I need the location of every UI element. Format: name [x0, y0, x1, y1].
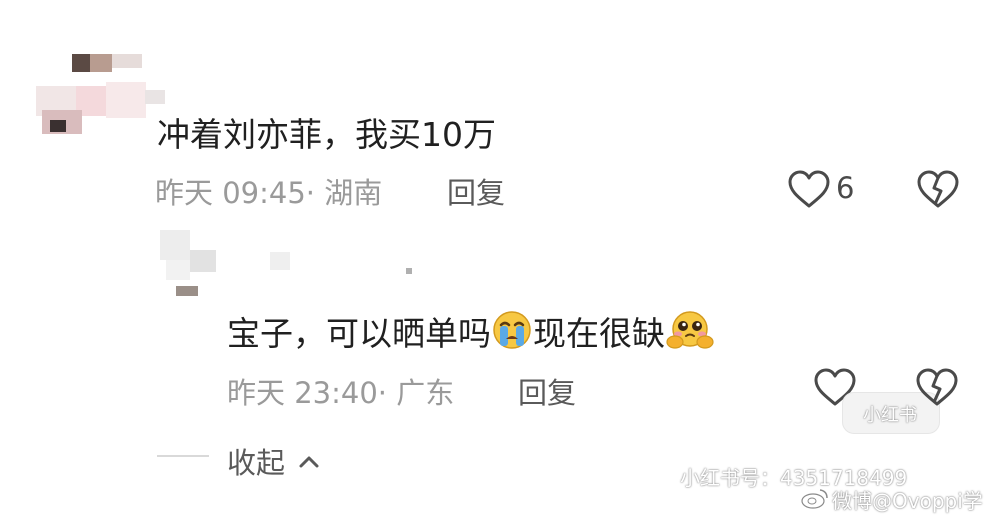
pleading-face-hug-icon — [665, 309, 715, 359]
chevron-up-icon — [298, 442, 320, 476]
like-icon[interactable] — [787, 169, 831, 209]
collapse-button[interactable]: 收起 — [227, 440, 320, 482]
comment-meta: 昨天 09:45· 湖南 — [155, 170, 382, 212]
username-blur — [406, 268, 412, 274]
comment-text: 冲着刘亦菲，我买10万 — [157, 115, 496, 154]
dislike-icon[interactable] — [915, 367, 959, 407]
like-count: 6 — [836, 171, 855, 205]
comment-location: 湖南 — [324, 176, 383, 210]
username-blur — [270, 252, 290, 270]
weibo-logo-icon — [800, 486, 830, 514]
meta-separator: · — [377, 376, 397, 410]
dislike-icon[interactable] — [916, 169, 960, 209]
reply-button[interactable]: 回复 — [447, 170, 505, 212]
reply-button[interactable]: 回复 — [518, 370, 576, 412]
comment-text-part: 现在很缺 — [533, 314, 665, 353]
comment-meta: 昨天 23:40· 广东 — [227, 370, 454, 412]
crying-face-icon — [491, 309, 533, 359]
comment-time: 昨天 23:40 — [227, 376, 378, 410]
watermark-handle: 微博@Ovoppi学 — [832, 489, 983, 513]
avatar[interactable] — [30, 50, 165, 160]
comment-location: 广东 — [396, 376, 455, 410]
collapse-label: 收起 — [227, 446, 286, 480]
collapse-divider — [157, 455, 209, 457]
comment-text-part: 宝子，可以晒单吗 — [227, 314, 491, 353]
meta-separator: · — [305, 176, 325, 210]
comment-time: 昨天 09:45 — [155, 176, 306, 210]
avatar[interactable] — [160, 230, 220, 300]
comment-text: 宝子，可以晒单吗 现在很缺 — [227, 307, 715, 359]
